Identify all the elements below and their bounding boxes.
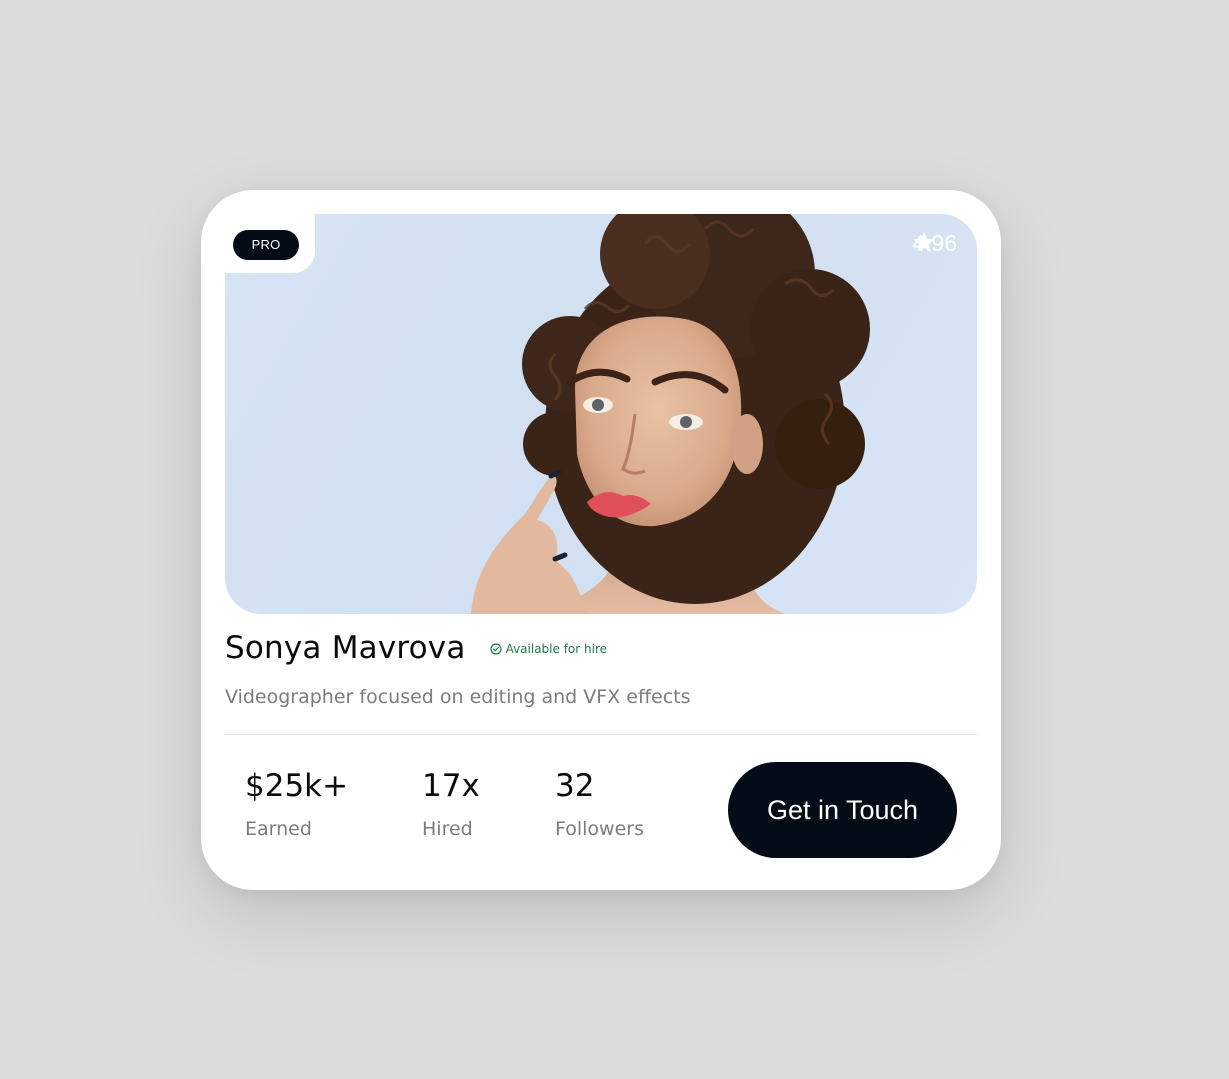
divider — [225, 734, 977, 735]
pro-badge-notch: PRO — [225, 214, 315, 273]
stat-label: Followers — [555, 818, 644, 840]
portrait-illustration — [471, 214, 870, 614]
profile-card: PRO 4.96 Sonya Mavrova Available for hir… — [201, 190, 1001, 890]
stat-value: 17x — [422, 768, 480, 804]
check-circle-icon — [489, 643, 502, 655]
availability-label: Available for hire — [505, 642, 607, 656]
rating: 4.96 — [912, 230, 957, 257]
name-row: Sonya Mavrova Available for hire — [225, 630, 607, 666]
stat-label: Earned — [245, 818, 312, 840]
profile-name: Sonya Mavrova — [225, 630, 466, 666]
stat-hired: 17x Hired — [422, 766, 480, 840]
pro-badge: PRO — [233, 230, 299, 260]
stat-value: $25k+ — [245, 768, 349, 804]
profile-photo: PRO 4.96 — [225, 214, 977, 614]
availability-status: Available for hire — [489, 642, 607, 656]
get-in-touch-button[interactable]: Get in Touch — [728, 762, 957, 858]
stat-value: 32 — [555, 768, 595, 804]
star-icon — [913, 231, 935, 252]
stat-label: Hired — [422, 818, 473, 840]
stat-earned: $25k+ Earned — [245, 766, 348, 840]
stat-followers: 32 Followers — [555, 766, 644, 840]
profile-title: Videographer focused on editing and VFX … — [225, 686, 691, 708]
